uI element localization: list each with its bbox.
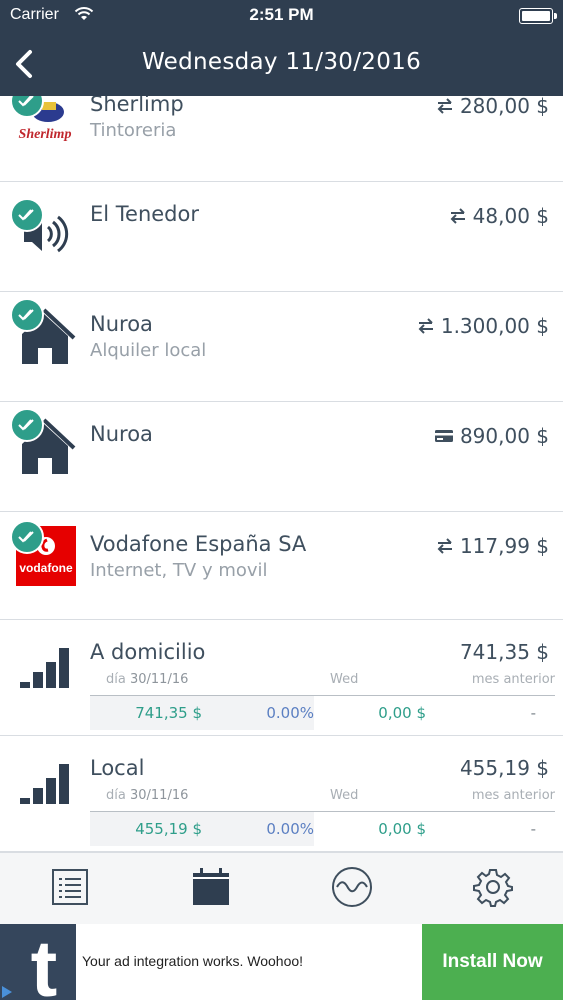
amount-value: 280,00 $ — [459, 96, 549, 118]
amount-value: 48,00 $ — [472, 204, 549, 228]
amount-value: 117,99 $ — [459, 534, 549, 558]
settings-gear-icon — [473, 867, 513, 911]
checkmark-icon — [10, 298, 44, 332]
merchant-name: Sherlimp — [90, 96, 184, 116]
transaction-amount: 890,00 $ — [434, 424, 549, 448]
merchant-name: El Tenedor — [90, 202, 199, 226]
chart-wave-icon — [331, 866, 373, 912]
summary-weekday: Wed — [330, 672, 359, 687]
summary-weekday: Wed — [330, 788, 359, 803]
merchant-name: Vodafone España SA — [90, 532, 307, 556]
vodafone-logo-text: vodafone — [19, 561, 73, 575]
summary-values: 741,35 $ 0.00% 0,00 $ - — [90, 696, 555, 730]
battery-icon — [519, 8, 557, 24]
summary-previous: - — [530, 820, 536, 838]
transfer-icon — [417, 318, 435, 334]
summary-row[interactable]: A domicilio 741,35 $ día 30/11/16 Wed me… — [0, 620, 563, 736]
tab-chart[interactable] — [282, 853, 422, 925]
summary-percent: 0.00% — [266, 820, 314, 838]
merchant-logo-sherlimp: Sherlimp — [10, 96, 78, 152]
checkmark-icon — [10, 198, 44, 232]
transfer-icon — [436, 538, 454, 554]
card-icon — [434, 429, 454, 443]
signal-bars-icon — [18, 760, 72, 810]
summary-total: 741,35 $ — [459, 640, 549, 664]
transaction-amount: 48,00 $ — [449, 204, 549, 228]
summary-diff: 0,00 $ — [378, 820, 426, 838]
merchant-icon — [10, 408, 78, 476]
tab-settings[interactable] — [423, 853, 563, 925]
transaction-row[interactable]: Sherlimp Sherlimp Tintoreria 280,00 $ — [0, 96, 563, 182]
summary-previous-label: mes anterior — [471, 788, 555, 803]
transaction-row[interactable]: Nuroa 890,00 $ — [0, 402, 563, 512]
merchant-name: Nuroa — [90, 312, 153, 336]
calendar-icon — [191, 867, 231, 911]
tab-calendar[interactable] — [141, 853, 281, 925]
merchant-category: Alquiler local — [90, 340, 207, 361]
transaction-row[interactable]: El Tenedor 48,00 $ — [0, 182, 563, 292]
summary-values: 455,19 $ 0.00% 0,00 $ - — [90, 812, 555, 846]
tab-bar — [0, 852, 563, 924]
amount-value: 890,00 $ — [459, 424, 549, 448]
transfer-icon — [436, 98, 454, 114]
transaction-amount: 280,00 $ — [436, 96, 549, 118]
checkmark-icon — [10, 520, 44, 554]
page-title: Wednesday 11/30/2016 — [141, 49, 422, 75]
tumblr-logo-icon: t — [0, 924, 76, 1000]
transaction-row[interactable]: Nuroa Alquiler local 1.300,00 $ — [0, 292, 563, 402]
install-now-button[interactable]: Install Now — [422, 924, 563, 1000]
transaction-amount: 117,99 $ — [436, 534, 549, 558]
signal-bars-icon — [18, 644, 72, 694]
merchant-icon — [10, 198, 78, 266]
tab-list[interactable] — [0, 853, 140, 925]
summary-diff: 0,00 $ — [378, 704, 426, 722]
merchant-name: Nuroa — [90, 422, 153, 446]
amount-value: 1.300,00 $ — [440, 314, 549, 338]
list-icon — [51, 868, 89, 910]
merchant-category: Internet, TV y movil — [90, 560, 268, 581]
transfer-icon — [449, 208, 467, 224]
ad-text: Your ad integration works. Woohoo! — [82, 953, 304, 969]
navigation-bar: Wednesday 11/30/2016 — [0, 32, 563, 96]
summary-row[interactable]: Local 455,19 $ día 30/11/16 Wed mes ante… — [0, 736, 563, 852]
summary-total: 455,19 $ — [459, 756, 549, 780]
status-time: 2:51 PM — [249, 5, 314, 24]
sherlimp-logo-text: Sherlimp — [19, 127, 72, 142]
summary-previous: - — [530, 704, 536, 722]
merchant-icon — [10, 298, 78, 366]
checkmark-icon — [10, 408, 44, 442]
ad-logo-letter: t — [31, 924, 58, 1000]
summary-date: día 30/11/16 — [106, 672, 189, 687]
transaction-row[interactable]: vodafone Vodafone España SA Internet, TV… — [0, 512, 563, 620]
summary-percent: 0.00% — [266, 704, 314, 722]
merchant-logo-vodafone: vodafone — [10, 520, 78, 588]
transaction-amount: 1.300,00 $ — [417, 314, 549, 338]
summary-date: día 30/11/16 — [106, 788, 189, 803]
summary-name: Local — [90, 756, 145, 780]
transaction-list[interactable]: Sherlimp Sherlimp Tintoreria 280,00 $ El… — [0, 96, 563, 852]
ad-banner[interactable]: t Your ad integration works. Woohoo! Ins… — [0, 924, 563, 1000]
summary-name: A domicilio — [90, 640, 206, 664]
merchant-category: Tintoreria — [90, 120, 177, 141]
status-bar: Carrier 2:51 PM — [0, 0, 563, 32]
summary-previous-label: mes anterior — [471, 672, 555, 687]
checkmark-icon — [10, 96, 44, 118]
